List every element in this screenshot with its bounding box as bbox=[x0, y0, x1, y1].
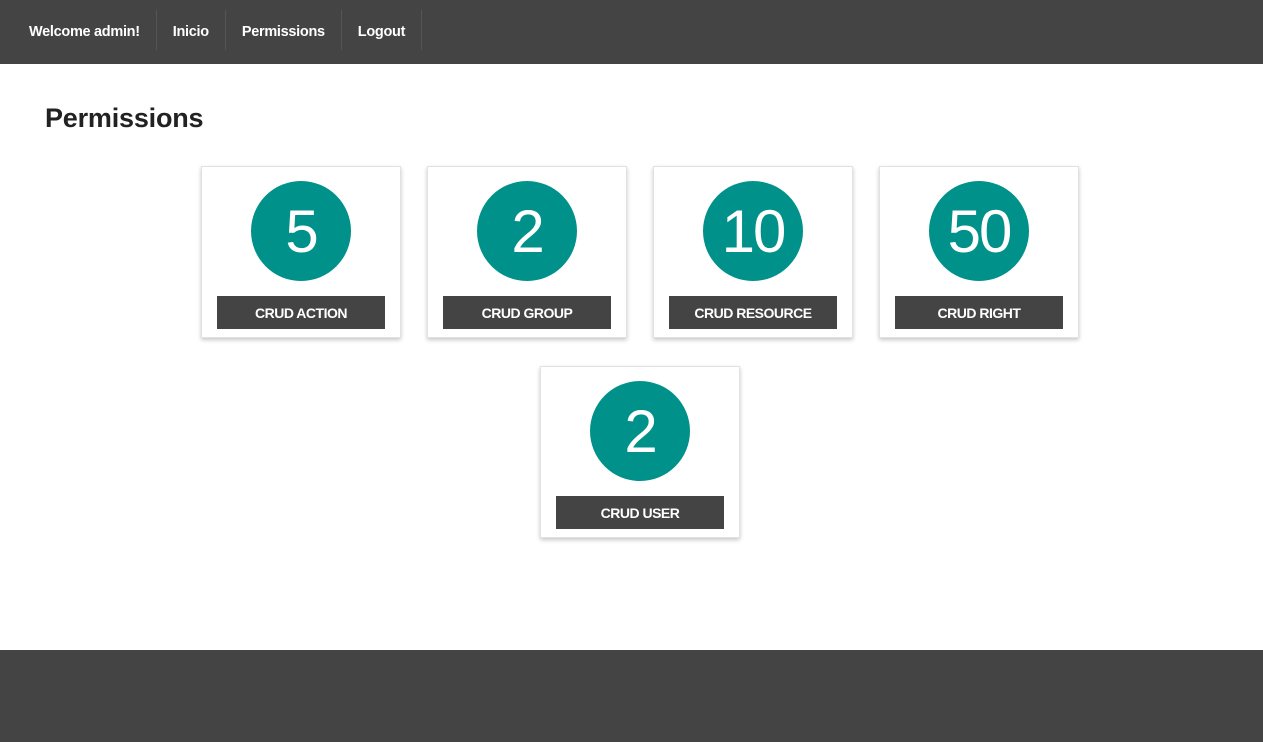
card-label: CRUD RESOURCE bbox=[669, 296, 837, 329]
count-badge: 2 bbox=[477, 181, 577, 281]
card-label: CRUD ACTION bbox=[217, 296, 385, 329]
nav-item-logout[interactable]: Logout bbox=[342, 0, 421, 64]
card-label: CRUD USER bbox=[556, 496, 724, 529]
card-crud-action[interactable]: 5 CRUD ACTION bbox=[201, 166, 401, 338]
nav-item-inicio[interactable]: Inicio bbox=[157, 0, 225, 64]
card-crud-group[interactable]: 2 CRUD GROUP bbox=[427, 166, 627, 338]
card-crud-right[interactable]: 50 CRUD RIGHT bbox=[879, 166, 1079, 338]
card-label: CRUD RIGHT bbox=[895, 296, 1063, 329]
page-footer bbox=[0, 650, 1263, 742]
card-crud-user[interactable]: 2 CRUD USER bbox=[540, 366, 740, 538]
count-badge: 50 bbox=[929, 181, 1029, 281]
page-title: Permissions bbox=[45, 103, 204, 133]
count-badge: 2 bbox=[590, 381, 690, 481]
card-label: CRUD GROUP bbox=[443, 296, 611, 329]
nav-menu: Welcome admin! Inicio Permissions Logout bbox=[0, 0, 1263, 64]
count-badge: 5 bbox=[251, 181, 351, 281]
nav-divider bbox=[421, 10, 423, 50]
card-crud-resource[interactable]: 10 CRUD RESOURCE bbox=[653, 166, 853, 338]
nav-item-permissions[interactable]: Permissions bbox=[226, 0, 341, 64]
nav-welcome-link[interactable]: Welcome admin! bbox=[13, 0, 156, 64]
count-badge: 10 bbox=[703, 181, 803, 281]
top-navbar: Welcome admin! Inicio Permissions Logout bbox=[0, 0, 1263, 64]
